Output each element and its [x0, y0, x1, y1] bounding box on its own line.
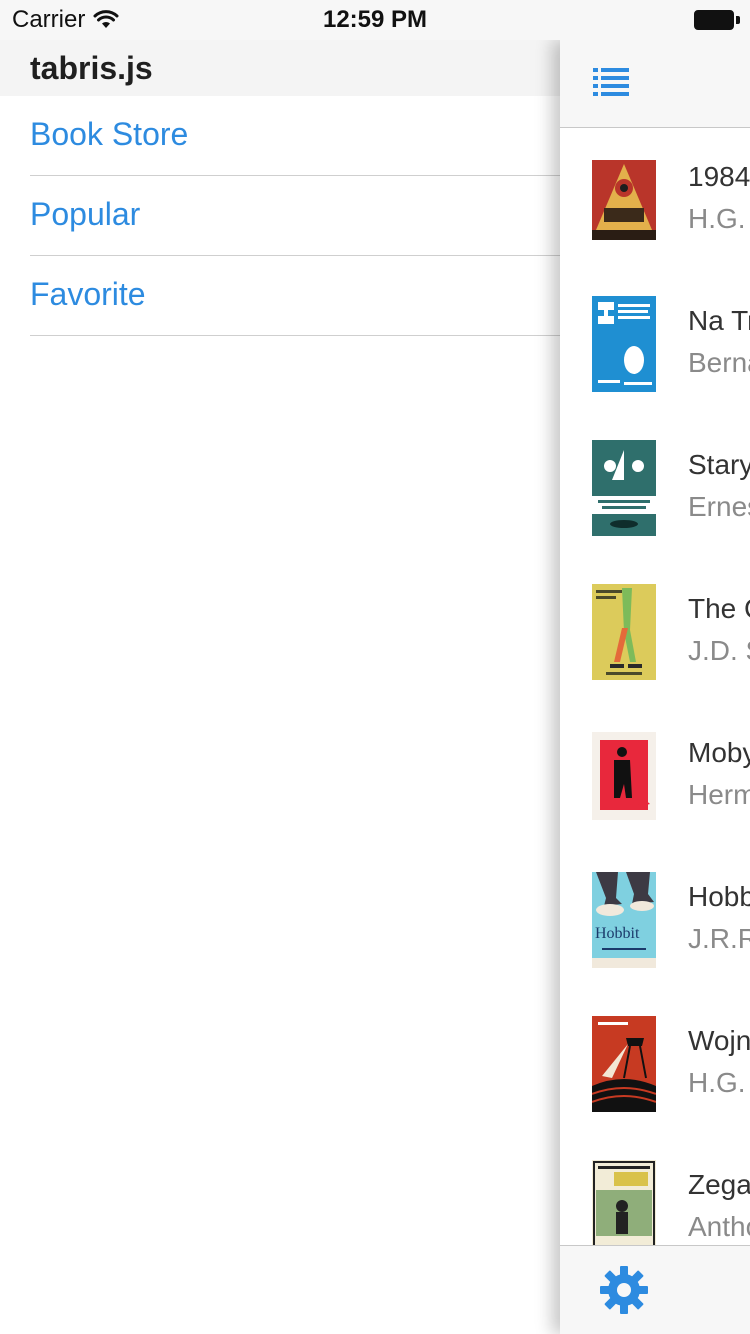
drawer-item-label: Popular	[30, 196, 141, 232]
list-item-book[interactable]: 1984 H.G.	[560, 129, 750, 273]
book-cover-image	[592, 440, 656, 536]
status-bar: Carrier 12:59 PM	[0, 0, 750, 40]
drawer-item-favorite[interactable]: Favorite	[30, 256, 560, 336]
book-author: Ernes	[688, 491, 750, 522]
drawer-item-popular[interactable]: Popular	[30, 176, 560, 256]
list-item-book[interactable]: Moby Herm	[560, 705, 750, 849]
clock: 12:59 PM	[322, 6, 428, 33]
book-title: Zega	[688, 1169, 750, 1200]
list-item-book[interactable]: Stary Ernes	[560, 417, 750, 561]
book-author: Herm	[688, 779, 750, 810]
book-title: Na Tr	[688, 305, 750, 336]
page-toolbar	[560, 1245, 750, 1334]
list-item-book[interactable]: Zega Antho	[560, 1137, 750, 1245]
book-author: Antho	[688, 1211, 750, 1242]
book-cover-image	[592, 160, 656, 240]
drawer-item-label: Favorite	[30, 276, 146, 312]
book-author: H.G.	[688, 203, 746, 234]
list-item-book[interactable]: Na Tr Berna	[560, 273, 750, 417]
settings-button[interactable]	[598, 1264, 650, 1316]
book-title: Moby	[688, 737, 750, 768]
book-list[interactable]: 1984 H.G. Na Tr Berna	[560, 129, 750, 1245]
navigation-drawer: tabris.js Book Store Popular Favorite	[0, 40, 560, 1334]
gear-icon	[600, 1266, 648, 1314]
book-cover-image	[592, 732, 656, 820]
svg-text:Hobbit: Hobbit	[595, 925, 640, 942]
book-cover-image	[592, 584, 656, 680]
battery-icon	[694, 10, 740, 32]
page-navbar	[560, 40, 750, 128]
list-item-book[interactable]: Hobbit Hobb J.R.R	[560, 849, 750, 993]
drawer-item-label: Book Store	[30, 116, 189, 152]
book-title: Wojn	[688, 1025, 750, 1056]
book-author: H.G.	[688, 1067, 746, 1098]
drawer-item-book-store[interactable]: Book Store	[30, 96, 560, 176]
book-cover-image	[592, 1160, 656, 1245]
book-title: 1984	[688, 161, 750, 192]
drawer-header: tabris.js	[0, 40, 560, 96]
book-cover-image	[592, 296, 656, 392]
drawer-toggle-button[interactable]	[592, 66, 632, 98]
book-cover-image: Hobbit	[592, 872, 656, 968]
list-item-book[interactable]: Wojn H.G.	[560, 993, 750, 1137]
list-menu-icon	[593, 68, 629, 96]
book-title: Stary	[688, 449, 750, 480]
book-author: Berna	[688, 347, 750, 378]
drawer-title: tabris.js	[30, 50, 153, 86]
book-cover-image	[592, 1016, 656, 1112]
book-title: The C	[688, 593, 750, 624]
list-item-book[interactable]: The C J.D. S	[560, 561, 750, 705]
book-author: J.D. S	[688, 635, 750, 666]
book-list-page: 1984 H.G. Na Tr Berna	[560, 40, 750, 1334]
book-author: J.R.R	[688, 923, 750, 954]
book-title: Hobb	[688, 881, 750, 912]
